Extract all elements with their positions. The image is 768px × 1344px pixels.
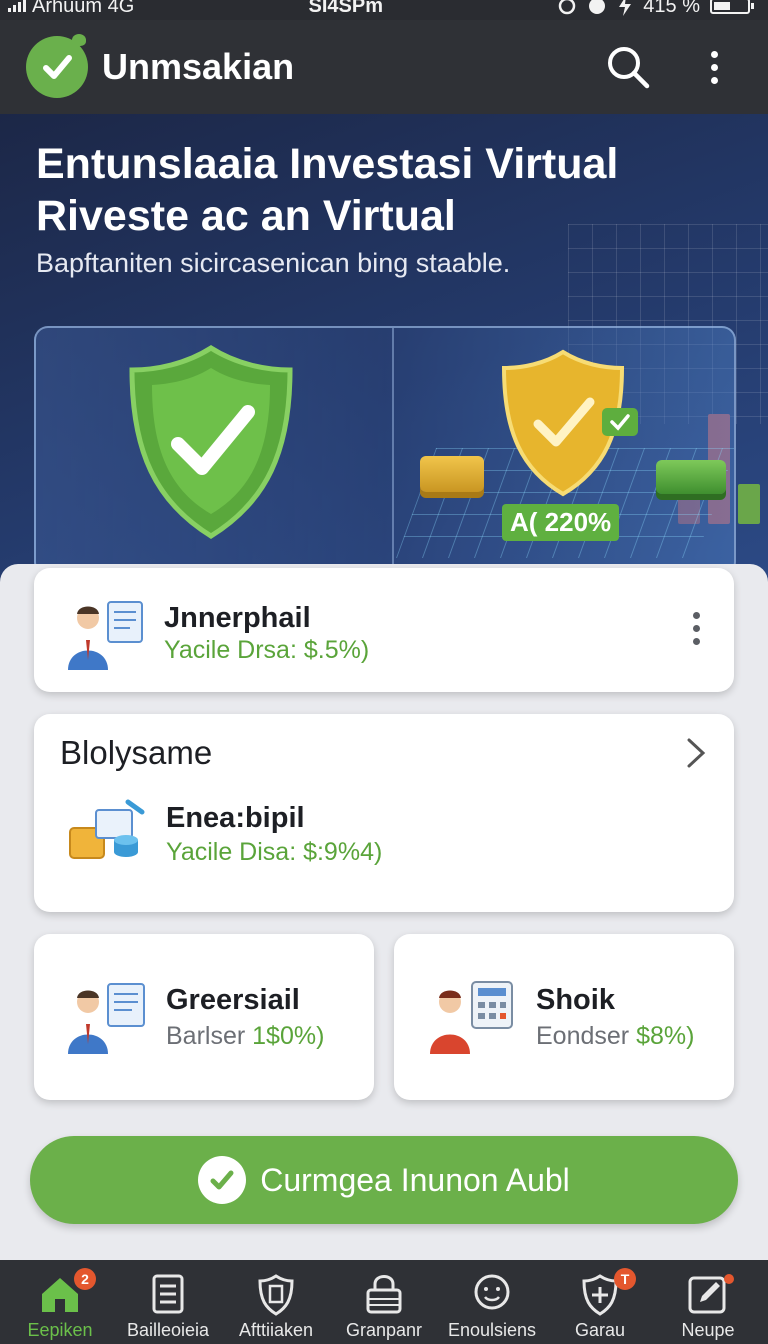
advisor-avatar-icon xyxy=(68,601,143,670)
card-title: Greersiail xyxy=(166,984,300,1016)
cash-stack-icon xyxy=(656,460,726,494)
smile-face-icon xyxy=(474,1274,510,1310)
search-icon xyxy=(608,47,650,89)
card-yield-label: Barlser xyxy=(166,1022,246,1050)
section-card[interactable]: Blolysame Enea:bipil Yacile Disa: $:9%4) xyxy=(34,714,734,912)
status-left: Arhuum 4G xyxy=(8,0,134,18)
status-time: SI4SPm xyxy=(308,0,384,17)
investment-card[interactable]: Jnnerphail Yacile Drsa: $.5%) xyxy=(34,568,734,692)
calculator-advisor-icon xyxy=(430,981,513,1054)
alarm-icon xyxy=(559,0,576,15)
hero-title: Entunslaaia Investasi Virtual Riveste ac… xyxy=(36,138,736,242)
nav-badge: T xyxy=(614,1268,636,1290)
card-yield: Yacile Drsa: $.5%) xyxy=(164,636,370,664)
check-circle-icon xyxy=(198,1156,247,1204)
battery-percent: 415 % xyxy=(643,0,700,17)
portfolio-illustration-icon xyxy=(69,799,145,859)
nav-item-protection[interactable]: Afttiiaken xyxy=(222,1260,330,1344)
moon-icon xyxy=(589,0,606,14)
hero-title-line2: Riveste ac an Virtual xyxy=(36,192,456,240)
investment-card[interactable]: Shoik Eondser $8%) xyxy=(394,934,734,1100)
nav-badge: 2 xyxy=(74,1268,96,1290)
section-title: Blolysame xyxy=(60,734,213,771)
bottom-nav: 2 Eepiken Bailleoieia Afttiiaken Granpan… xyxy=(0,1260,768,1344)
coin-stack-icon xyxy=(420,456,484,492)
nav-item-security[interactable]: Granpanr xyxy=(330,1260,438,1344)
nav-item-edit[interactable]: Neupe xyxy=(654,1260,762,1344)
carrier-label: Arhuum 4G xyxy=(32,0,135,17)
check-badge-icon xyxy=(602,408,638,436)
nav-label: Granpanr xyxy=(345,1320,423,1340)
chevron-right-icon[interactable] xyxy=(684,736,708,770)
return-badge: A( 220% xyxy=(502,504,620,541)
section-item-yield: Yacile Disa: $:9%4) xyxy=(166,838,383,866)
logo-check-icon xyxy=(26,34,88,98)
card-yield: Eondser $8%) xyxy=(536,1022,694,1051)
app-title: Unmsakian xyxy=(102,46,295,87)
nav-label: Enoulsiens xyxy=(447,1320,537,1340)
nav-label: Eepiken xyxy=(27,1320,93,1340)
hero-subtitle: Bapftaniten sicircasenican bing staable. xyxy=(36,248,511,278)
lock-icon xyxy=(366,1275,402,1314)
panel-divider xyxy=(392,328,394,574)
search-button[interactable] xyxy=(600,39,656,95)
document-list-icon xyxy=(152,1274,184,1314)
battery-icon xyxy=(710,0,754,14)
card-yield-label: Eondser xyxy=(536,1022,630,1050)
more-vertical-icon xyxy=(710,50,718,84)
advisor-avatar-icon xyxy=(68,983,145,1054)
hero-title-line1: Entunslaaia Investasi Virtual xyxy=(36,140,619,188)
signal-icon xyxy=(8,0,26,12)
investment-card[interactable]: Greersiail Barlser 1$0%) xyxy=(34,934,374,1100)
nav-item-home[interactable]: 2 Eepiken xyxy=(6,1260,114,1344)
nav-item-insurance[interactable]: T Garau xyxy=(546,1260,654,1344)
hero-banner: Entunslaaia Investasi Virtual Riveste ac… xyxy=(0,114,768,594)
more-options-button[interactable] xyxy=(686,39,742,95)
card-title: Jnnerphail xyxy=(164,602,311,634)
nav-item-support[interactable]: Enoulsiens xyxy=(438,1260,546,1344)
section-item-title: Enea:bipil xyxy=(166,802,305,834)
status-right: 415 % xyxy=(557,0,754,18)
nav-label: Afttiiaken xyxy=(238,1320,314,1340)
app-bar: Unmsakian xyxy=(0,20,768,114)
charging-icon xyxy=(619,0,632,16)
primary-cta-button[interactable]: Curmgea Inunon Aubl xyxy=(30,1136,738,1224)
nav-label: Garau xyxy=(574,1320,626,1340)
green-shield-check-icon xyxy=(129,345,293,539)
more-vertical-icon[interactable] xyxy=(693,612,700,645)
cta-label: Curmgea Inunon Aubl xyxy=(260,1161,570,1198)
hero-illustration: A( 220% xyxy=(34,326,736,576)
shield-badge-icon xyxy=(258,1274,294,1316)
card-yield: Barlser 1$0%) xyxy=(166,1022,324,1051)
nav-label: Neupe xyxy=(681,1320,735,1340)
card-yield-value: 1$0%) xyxy=(252,1022,325,1050)
card-title: Shoik xyxy=(536,984,615,1016)
nav-item-documents[interactable]: Bailleoieia xyxy=(114,1260,222,1344)
card-yield-value: $8%) xyxy=(636,1022,695,1050)
status-bar: Arhuum 4G SI4SPm 415 % xyxy=(0,0,768,20)
notification-dot xyxy=(724,1274,734,1284)
nav-label: Bailleoieia xyxy=(126,1320,210,1340)
